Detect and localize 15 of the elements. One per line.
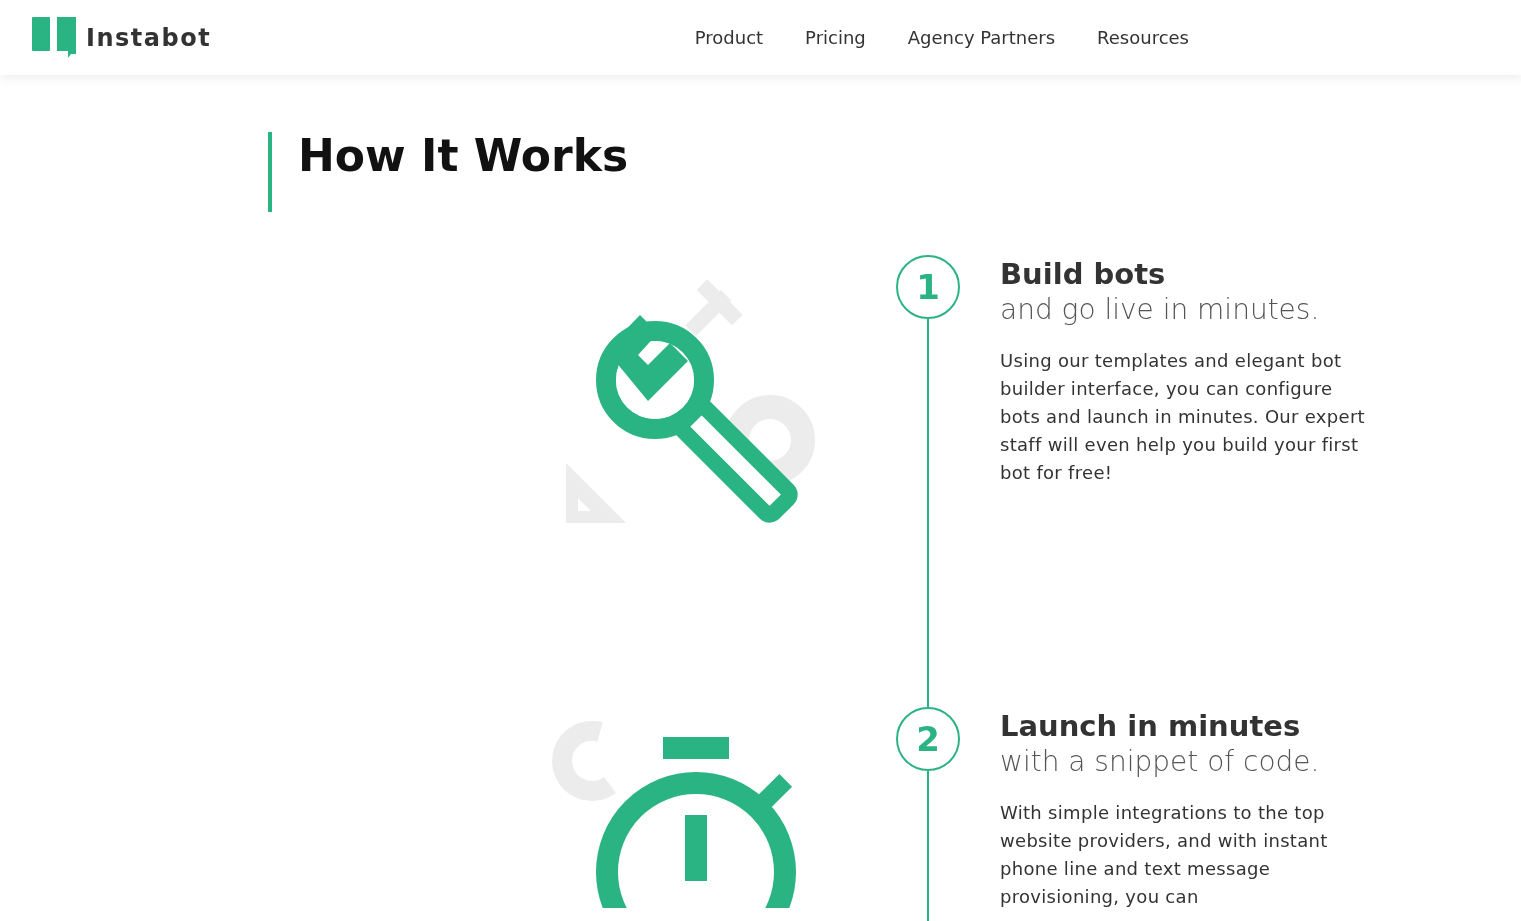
step-description: Using our templates and elegant bot builder interface, you can configure bots and launch in minutes. Our expert staff will even help you build your first bot for free! [1000,349,1366,485]
step-title: Launch in minutes [1000,709,1302,743]
section-title: How It Works [268,132,629,212]
nav-link[interactable]: Product [694,27,764,48]
step-title: Build bots [1000,257,1167,291]
logo-text[interactable]: Instabot [86,23,212,52]
logo-icon [32,17,76,58]
nav-link[interactable]: Resources [1097,27,1189,48]
nav-link[interactable]: Agency Partners [907,27,1056,48]
step-number: 1 [896,255,960,319]
step-description: With simple integrations to the top website providers, and with instant phone line and text message provisioning, you can [1000,801,1329,909]
nav-link[interactable]: Pricing [805,27,866,48]
step-subtitle: with a snippet of code. [1000,744,1321,780]
step-subtitle: and go live in minutes. [1000,292,1321,328]
step-number: 2 [896,707,960,771]
